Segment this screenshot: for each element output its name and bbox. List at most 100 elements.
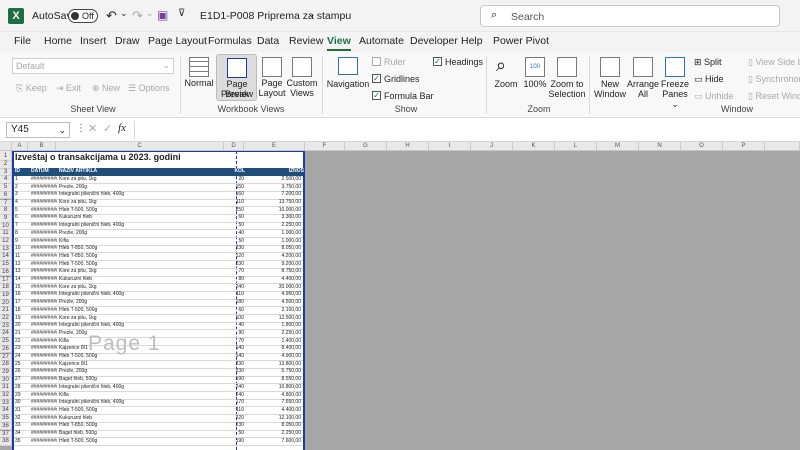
- table-cell[interactable]: 8.050,00: [245, 422, 301, 430]
- table-cell[interactable]: 240: [225, 392, 244, 400]
- name-box[interactable]: Y45 ⌄: [6, 122, 70, 138]
- table-cell[interactable]: 1.800,00: [245, 322, 301, 330]
- table-cell[interactable]: Prezle, 200g: [59, 184, 219, 192]
- row-header[interactable]: 14: [0, 253, 12, 262]
- table-cell[interactable]: 140: [225, 353, 244, 361]
- table-cell[interactable]: Kore za pitu, 1kg: [59, 284, 219, 292]
- tab-data[interactable]: Data: [257, 35, 279, 47]
- column-header-n[interactable]: N: [639, 142, 681, 151]
- table-cell[interactable]: 2.250,00: [245, 330, 301, 338]
- table-cell[interactable]: ##########: [31, 214, 57, 222]
- table-cell[interactable]: 1.400,00: [245, 338, 301, 346]
- reset-window-position-button[interactable]: ▯ Reset Windo: [748, 91, 800, 102]
- row-header[interactable]: 24: [0, 330, 12, 339]
- table-cell[interactable]: 25: [15, 361, 29, 369]
- column-header-m[interactable]: M: [597, 142, 639, 151]
- table-cell[interactable]: ##########: [31, 322, 57, 330]
- table-cell[interactable]: 10: [15, 245, 29, 253]
- hide-button[interactable]: ▭ Hide: [694, 74, 724, 85]
- row-header[interactable]: 36: [0, 422, 12, 431]
- zoom-to-selection-button[interactable]: Zoom to Selection: [548, 55, 586, 100]
- row-header[interactable]: 25: [0, 338, 12, 346]
- table-cell[interactable]: 220: [225, 415, 244, 423]
- page-layout-view-button[interactable]: Page Layout: [258, 55, 286, 100]
- table-header-cell[interactable]: ID: [15, 168, 29, 176]
- print-page-area[interactable]: Izveštaj o transakcijama u 2023. godini I…: [12, 151, 305, 450]
- table-cell[interactable]: 230: [225, 361, 244, 369]
- table-cell[interactable]: 33: [15, 422, 29, 430]
- table-cell[interactable]: Integralni pšenični hleb, 400g: [59, 191, 219, 199]
- table-cell[interactable]: Kukuruzni hleb: [59, 415, 219, 423]
- tab-formulas[interactable]: Formulas: [208, 35, 252, 47]
- table-cell[interactable]: 4.400,00: [245, 407, 301, 415]
- table-cell[interactable]: 50: [225, 238, 244, 246]
- table-cell[interactable]: 3.300,00: [245, 214, 301, 222]
- table-cell[interactable]: 250: [225, 207, 244, 215]
- row-header[interactable]: 2: [0, 161, 12, 169]
- row-header[interactable]: 29: [0, 368, 12, 377]
- table-cell[interactable]: Integralni pšenični hleb, 400g: [59, 291, 219, 299]
- zoom-button[interactable]: ⌕ Zoom: [492, 55, 520, 100]
- table-cell[interactable]: 6: [15, 214, 29, 222]
- table-cell[interactable]: 12.500,00: [245, 315, 301, 323]
- sheet-view-dropdown[interactable]: Default ⌄: [12, 58, 174, 74]
- table-cell[interactable]: 2: [15, 184, 29, 192]
- table-cell[interactable]: 9: [15, 238, 29, 246]
- table-cell[interactable]: 9.200,00: [245, 261, 301, 269]
- table-cell[interactable]: ##########: [31, 345, 57, 353]
- more-options-icon[interactable]: ⋮: [76, 123, 86, 134]
- enter-icon[interactable]: ✓: [103, 122, 112, 135]
- table-cell[interactable]: 10.000,00: [245, 207, 301, 215]
- row-header[interactable]: 1: [0, 151, 12, 161]
- row-header[interactable]: 17: [0, 276, 12, 285]
- search-box[interactable]: ⌕ Search: [480, 5, 780, 27]
- table-cell[interactable]: Hleb T-500, 500g: [59, 407, 219, 415]
- column-header-h[interactable]: H: [387, 142, 429, 151]
- table-cell[interactable]: 4.800,00: [245, 392, 301, 400]
- table-cell[interactable]: Hleb T-500, 500g: [59, 438, 219, 446]
- table-cell[interactable]: Baget hleb, 500g: [59, 430, 219, 438]
- table-cell[interactable]: 1: [15, 176, 29, 184]
- table-cell[interactable]: ##########: [31, 438, 57, 446]
- table-cell[interactable]: 16: [15, 291, 29, 299]
- undo-icon[interactable]: ↶: [106, 8, 117, 24]
- table-cell[interactable]: Kore za pitu, 1kg: [59, 199, 219, 207]
- table-cell[interactable]: Kore za pitu, 1kg: [59, 268, 219, 276]
- table-cell[interactable]: 15: [15, 284, 29, 292]
- table-cell[interactable]: 3: [15, 191, 29, 199]
- table-cell[interactable]: ##########: [31, 407, 57, 415]
- table-cell[interactable]: 4: [15, 199, 29, 207]
- table-cell[interactable]: 70: [225, 268, 244, 276]
- table-cell[interactable]: ##########: [31, 415, 57, 423]
- arrange-all-button[interactable]: Arrange All: [627, 55, 659, 100]
- table-cell[interactable]: 50: [225, 222, 244, 230]
- row-header[interactable]: 32: [0, 392, 12, 400]
- new-window-button[interactable]: New Window: [594, 55, 626, 100]
- table-cell[interactable]: 120: [225, 253, 244, 261]
- table-cell[interactable]: 13: [15, 268, 29, 276]
- column-header-e[interactable]: E: [244, 142, 305, 151]
- table-cell[interactable]: 160: [225, 191, 244, 199]
- table-cell[interactable]: 70: [225, 338, 244, 346]
- table-cell[interactable]: 230: [225, 422, 244, 430]
- table-cell[interactable]: Hleb T-500, 500g: [59, 261, 219, 269]
- table-cell[interactable]: 2.100,00: [245, 307, 301, 315]
- navigation-button[interactable]: Navigation: [327, 55, 369, 100]
- table-cell[interactable]: 26: [15, 368, 29, 376]
- undo-dropdown-icon[interactable]: ⌄: [120, 8, 128, 19]
- table-cell[interactable]: 17: [15, 299, 29, 307]
- save-icon[interactable]: ▣: [157, 8, 168, 22]
- row-header[interactable]: 20: [0, 299, 12, 308]
- unhide-button[interactable]: ▭ Unhide: [694, 91, 734, 102]
- table-cell[interactable]: 190: [225, 438, 244, 446]
- row-header[interactable]: 23: [0, 322, 12, 331]
- table-cell[interactable]: ##########: [31, 191, 57, 199]
- custom-views-button[interactable]: Custom Views: [286, 55, 318, 100]
- table-cell[interactable]: 110: [225, 291, 244, 299]
- table-cell[interactable]: 12: [15, 261, 29, 269]
- insert-function-icon[interactable]: fx: [118, 122, 126, 134]
- row-header[interactable]: 16: [0, 268, 12, 277]
- table-cell[interactable]: 8.400,00: [245, 345, 301, 353]
- tab-page-layout[interactable]: Page Layout: [148, 35, 207, 47]
- table-cell[interactable]: ##########: [31, 368, 57, 376]
